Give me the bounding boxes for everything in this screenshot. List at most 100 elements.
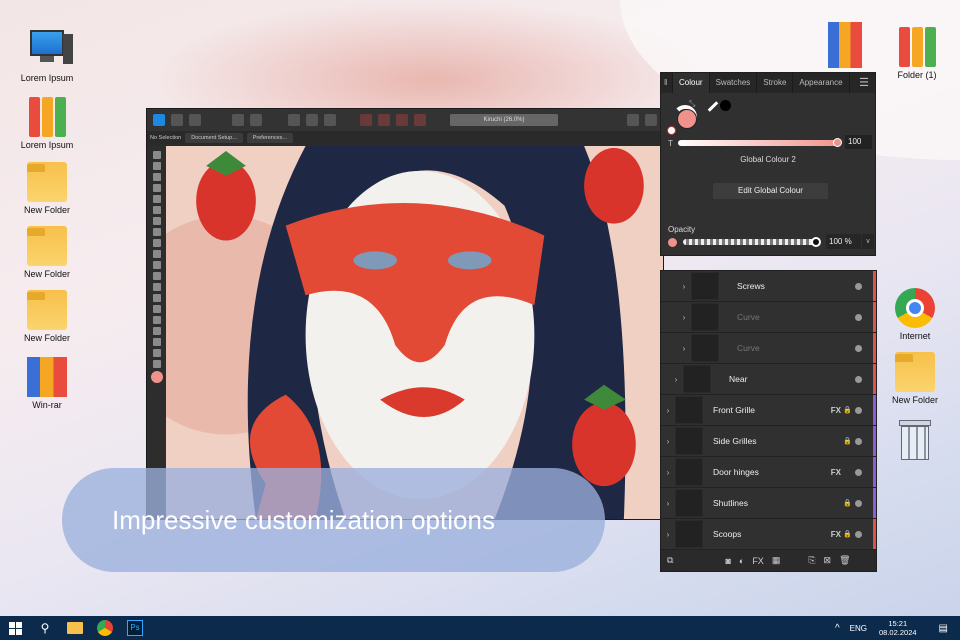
preferences-button[interactable]: Preferences... [246,133,293,143]
image-tool-icon[interactable] [152,261,161,269]
visibility-dot-icon[interactable] [855,499,862,507]
select-tool-icon[interactable] [152,173,161,181]
expand-chevron-icon[interactable]: › [661,406,675,415]
panel-grip-icon[interactable]: ‖ [661,73,673,93]
fx-button[interactable]: FX [752,556,764,566]
visibility-dot-icon[interactable] [855,344,862,352]
mesh-icon[interactable]: ▦ [772,555,781,566]
boolean-intersect-icon[interactable] [396,114,408,126]
layer-row[interactable]: › Side Grilles 🔒 [661,426,876,457]
transform-icon[interactable] [306,114,318,126]
lock-icon[interactable]: 🔒 [843,499,852,507]
node-tool-icon[interactable] [152,162,161,170]
visibility-dot-icon[interactable] [855,437,862,445]
tray-overflow-icon[interactable]: ^ [835,623,840,634]
layer-row[interactable]: › Shutlines 🔒 [661,488,876,519]
layer-row[interactable]: › Screws [661,271,876,302]
clock[interactable]: 15:21 08.02.2024 [879,619,917,637]
tint-value-field[interactable]: 100 [845,135,872,149]
tab-swatches[interactable]: Swatches [710,73,758,93]
opacity-slider[interactable] [683,239,816,245]
chrome-taskbar-icon[interactable] [90,616,120,640]
fill-swatch[interactable] [150,371,163,383]
desktop-icon-computer[interactable]: Lorem Ipsum [12,27,82,83]
start-button[interactable] [0,616,30,640]
expand-chevron-icon[interactable]: › [677,282,691,291]
zoom-tool-icon[interactable] [152,360,161,368]
visibility-dot-icon[interactable] [855,406,862,414]
visibility-dot-icon[interactable] [855,375,862,383]
boolean-divide-icon[interactable] [414,114,426,126]
desktop-icon-binders[interactable]: Lorem Ipsum [12,97,82,150]
pencil-tool-icon[interactable] [152,217,161,225]
fx-icon[interactable]: FX [831,406,841,415]
expand-chevron-icon[interactable]: › [661,499,675,508]
photoshop-icon[interactable]: Ps [120,616,150,640]
delete-layer-icon[interactable]: 🗑 [839,555,850,566]
vector-brush-icon[interactable] [152,239,161,247]
opacity-value-field[interactable]: 100 % [826,234,861,249]
document-title[interactable]: Kiruchi (26.0%) [450,114,558,126]
snapping-icon[interactable] [250,114,262,126]
artwork-canvas[interactable] [166,146,663,519]
fx-icon[interactable]: FX [831,468,841,477]
expand-chevron-icon[interactable]: › [661,437,675,446]
rectangle-tool-icon[interactable] [152,283,161,291]
fill-tool-icon[interactable] [152,195,161,203]
pen-tool-icon[interactable] [152,206,161,214]
eyedropper-icon[interactable] [707,101,719,112]
tab-colour[interactable]: Colour [673,73,710,93]
tint-slider-handle[interactable] [833,138,842,147]
language-indicator[interactable]: ENG [850,624,867,633]
edit-global-colour-button[interactable]: Edit Global Colour [713,183,828,199]
contour-tool-icon[interactable] [152,184,161,192]
adjustment-icon[interactable]: ◐ [739,556,744,566]
layer-row[interactable]: › Curve [661,333,876,364]
lock-icon[interactable]: 🔒 [843,406,852,414]
move-tool-icon[interactable] [152,151,161,159]
polygon-tool-icon[interactable] [152,305,161,313]
shape-tool-icon[interactable] [152,316,161,324]
expand-chevron-icon[interactable]: › [677,344,691,353]
align-icon[interactable] [288,114,300,126]
layer-row[interactable]: › Curve [661,302,876,333]
document-setup-button[interactable]: Document Setup... [185,133,243,143]
opacity-dropdown-icon[interactable]: ∨ [862,234,874,249]
desktop-icon-folder-1[interactable]: Folder (1) [882,27,952,80]
eyedropper-tool-icon[interactable] [152,338,161,346]
settings-icon[interactable] [232,114,244,126]
expand-chevron-icon[interactable]: › [661,468,675,477]
crop-tool-icon[interactable] [152,272,161,280]
visibility-dot-icon[interactable] [855,468,862,476]
flip-icon[interactable] [627,114,639,126]
desktop-icon-folder[interactable]: New Folder [12,290,82,343]
add-layer-icon[interactable]: ⎘ [808,555,815,566]
visibility-dot-icon[interactable] [855,282,862,290]
persona-icon[interactable] [171,114,183,126]
expand-chevron-icon[interactable]: › [669,375,683,384]
boolean-subtract-icon[interactable] [378,114,390,126]
layer-row[interactable]: › Near [661,364,876,395]
mask-icon[interactable]: ◙ [725,556,730,566]
desktop-icon-winrar[interactable] [810,22,880,71]
visibility-dot-icon[interactable] [855,530,862,538]
place-tool-icon[interactable] [152,250,161,258]
picked-colour-swatch[interactable] [720,100,731,111]
swap-colours-icon[interactable]: ⤡ [689,99,695,109]
grid-icon[interactable] [324,114,336,126]
fx-icon[interactable]: FX [831,530,841,539]
opacity-slider-handle[interactable] [811,237,821,247]
text-tool-icon[interactable] [152,327,161,335]
tab-stroke[interactable]: Stroke [757,73,794,93]
desktop-icon-folder[interactable]: New Folder [880,352,950,405]
desktop-icon-winrar[interactable]: Win-rar [12,357,82,410]
file-explorer-icon[interactable] [60,616,90,640]
arrange-icon[interactable] [645,114,657,126]
fill-colour-swatch[interactable] [677,109,697,129]
arrange-layers-icon[interactable]: ⧉ [667,555,673,566]
desktop-icon-recycle-bin[interactable] [880,420,950,463]
lock-icon[interactable]: 🔒 [843,437,852,445]
brush-tool-icon[interactable] [152,228,161,236]
gradient-tool-icon[interactable] [152,349,161,357]
desktop-icon-folder[interactable]: New Folder [12,226,82,279]
